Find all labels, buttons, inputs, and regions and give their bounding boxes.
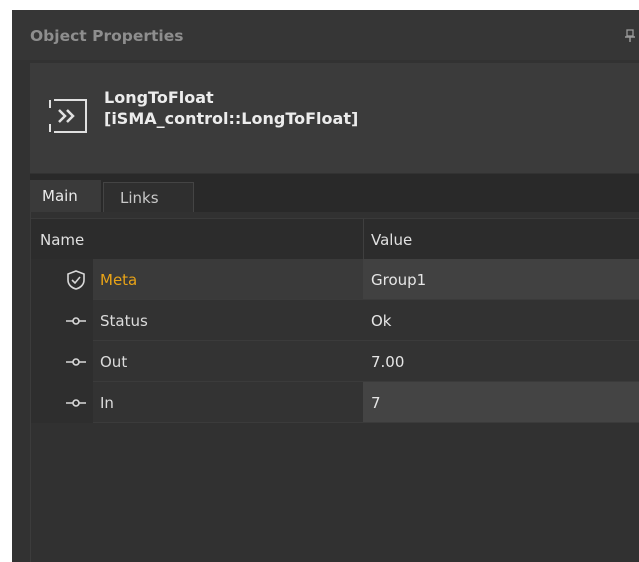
name-cell bbox=[93, 382, 363, 423]
tab-bar: Main Links bbox=[30, 174, 639, 212]
component-icon bbox=[49, 99, 87, 133]
pin-icon[interactable] bbox=[625, 29, 635, 43]
panel-titlebar: Object Properties bbox=[12, 10, 639, 60]
row-label-status: Status bbox=[100, 312, 148, 330]
row-label-out: Out bbox=[100, 353, 128, 371]
table-row[interactable]: Status Ok bbox=[31, 300, 639, 341]
object-properties-panel: Object Properties LongToFloat [iSMA_cont… bbox=[12, 10, 639, 562]
value-cell[interactable] bbox=[363, 300, 639, 341]
properties-grid: Name Value Meta Group1 Status Ok Out 7.0… bbox=[30, 212, 639, 562]
panel-title: Object Properties bbox=[30, 27, 184, 45]
slot-icon bbox=[66, 358, 86, 366]
shield-icon bbox=[67, 270, 85, 290]
row-value-out[interactable]: 7.00 bbox=[371, 353, 404, 371]
tab-main[interactable]: Main bbox=[30, 180, 101, 212]
slot-icon bbox=[66, 399, 86, 407]
name-cell bbox=[93, 341, 363, 382]
table-row[interactable]: In 7 bbox=[31, 382, 639, 423]
grid-header: Name Value bbox=[31, 218, 639, 260]
column-divider[interactable] bbox=[363, 219, 364, 259]
slot-icon bbox=[66, 317, 86, 325]
object-name: LongToFloat bbox=[104, 88, 214, 107]
row-label-in: In bbox=[100, 394, 114, 412]
row-value-meta[interactable]: Group1 bbox=[371, 271, 426, 289]
row-value-in[interactable]: 7 bbox=[371, 394, 381, 412]
column-header-name[interactable]: Name bbox=[40, 231, 84, 249]
table-row[interactable]: Meta Group1 bbox=[31, 259, 639, 300]
table-row[interactable]: Out 7.00 bbox=[31, 341, 639, 382]
value-cell[interactable] bbox=[363, 382, 639, 423]
object-header: LongToFloat [iSMA_control::LongToFloat] bbox=[30, 63, 639, 173]
tab-links[interactable]: Links bbox=[103, 182, 194, 212]
object-type: [iSMA_control::LongToFloat] bbox=[104, 109, 359, 128]
row-value-status[interactable]: Ok bbox=[371, 312, 392, 330]
row-label-meta: Meta bbox=[100, 271, 138, 289]
column-header-value[interactable]: Value bbox=[371, 231, 412, 249]
